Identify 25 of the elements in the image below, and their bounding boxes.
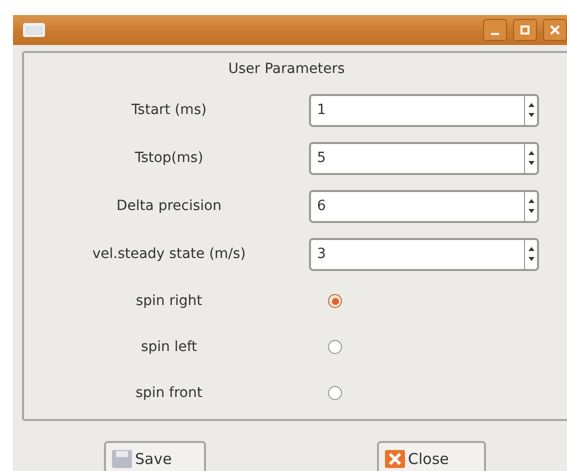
minimize-icon — [491, 33, 499, 35]
close-button[interactable]: Close — [377, 441, 486, 471]
radio-button[interactable] — [328, 294, 342, 308]
close-icon — [550, 25, 560, 35]
spin-box[interactable]: 1 — [309, 94, 539, 126]
radio-button[interactable] — [328, 386, 342, 400]
save-button[interactable]: Save — [104, 441, 206, 471]
maximize-icon — [520, 25, 530, 35]
field-label: Tstart (ms) — [130, 102, 208, 118]
radio-button[interactable] — [328, 340, 342, 354]
close-icon — [385, 450, 405, 468]
field-label: Tstop(ms) — [134, 150, 204, 166]
option-label: spin front — [134, 385, 204, 401]
window-icon — [23, 23, 45, 37]
close-button[interactable] — [543, 19, 567, 41]
field-label: Delta precision — [116, 198, 222, 214]
spin-box[interactable]: 5 — [309, 142, 539, 174]
spin-box[interactable]: 6 — [309, 190, 539, 222]
group-title: User Parameters — [227, 61, 346, 77]
option-label: spin right — [134, 293, 204, 309]
spin-box[interactable]: 3 — [309, 238, 539, 270]
maximize-button[interactable] — [513, 19, 537, 41]
option-label: spin left — [140, 339, 198, 355]
field-label: vel.steady state (m/s) — [91, 246, 247, 262]
minimize-button[interactable] — [483, 19, 507, 41]
